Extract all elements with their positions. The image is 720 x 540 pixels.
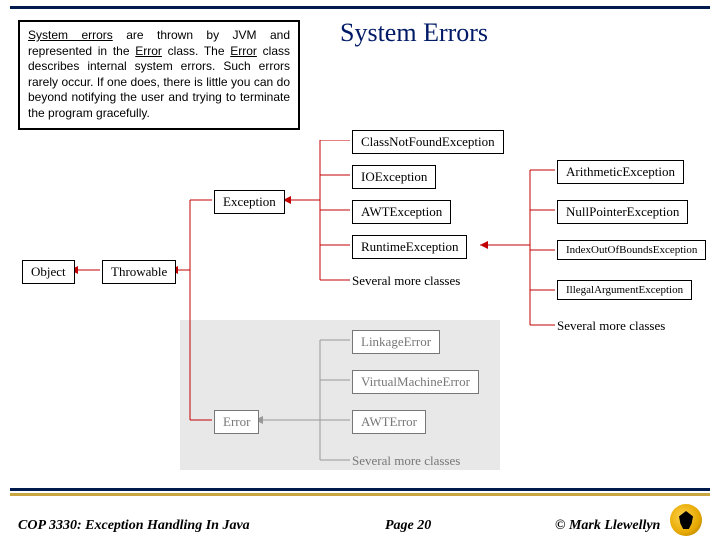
label-more-error: Several more classes	[352, 453, 460, 469]
label-more-runtime: Several more classes	[557, 318, 665, 334]
term-error-1: Error	[135, 44, 162, 58]
term-error-2: Error	[230, 44, 257, 58]
node-linkageerror: LinkageError	[352, 330, 440, 354]
footer-course: COP 3330: Exception Handling In Java	[18, 518, 250, 534]
ucf-logo-icon	[670, 504, 702, 536]
slide-title: System Errors	[340, 18, 488, 48]
node-vmerror: VirtualMachineError	[352, 370, 479, 394]
hierarchy-diagram: Object Throwable Exception Error ClassNo…	[0, 140, 720, 480]
footer: COP 3330: Exception Handling In Java Pag…	[0, 488, 720, 540]
desc-text: class. The	[162, 44, 230, 58]
term-system-errors: System errors	[28, 28, 113, 42]
node-arithmetic: ArithmeticException	[557, 160, 684, 184]
node-exception: Exception	[214, 190, 285, 214]
node-error: Error	[214, 410, 259, 434]
label-more-exception: Several more classes	[352, 273, 460, 289]
node-throwable: Throwable	[102, 260, 176, 284]
node-nullpointer: NullPointerException	[557, 200, 688, 224]
node-object: Object	[22, 260, 75, 284]
node-runtimeexception: RuntimeException	[352, 235, 467, 259]
node-awtexception: AWTException	[352, 200, 451, 224]
description-box: System errors are thrown by JVM and repr…	[18, 20, 300, 130]
node-awterror: AWTError	[352, 410, 426, 434]
node-indexoob: IndexOutOfBoundsException	[557, 240, 706, 260]
node-illegalarg: IllegalArgumentException	[557, 280, 692, 300]
node-classnotfound: ClassNotFoundException	[352, 130, 504, 154]
footer-page: Page 20	[385, 518, 431, 534]
slide: System Errors System errors are thrown b…	[0, 0, 720, 540]
node-ioexception: IOException	[352, 165, 436, 189]
footer-rule-gold	[10, 493, 710, 496]
top-rule	[10, 6, 710, 9]
footer-rule-navy	[10, 488, 710, 491]
footer-copyright: © Mark Llewellyn	[555, 518, 660, 534]
